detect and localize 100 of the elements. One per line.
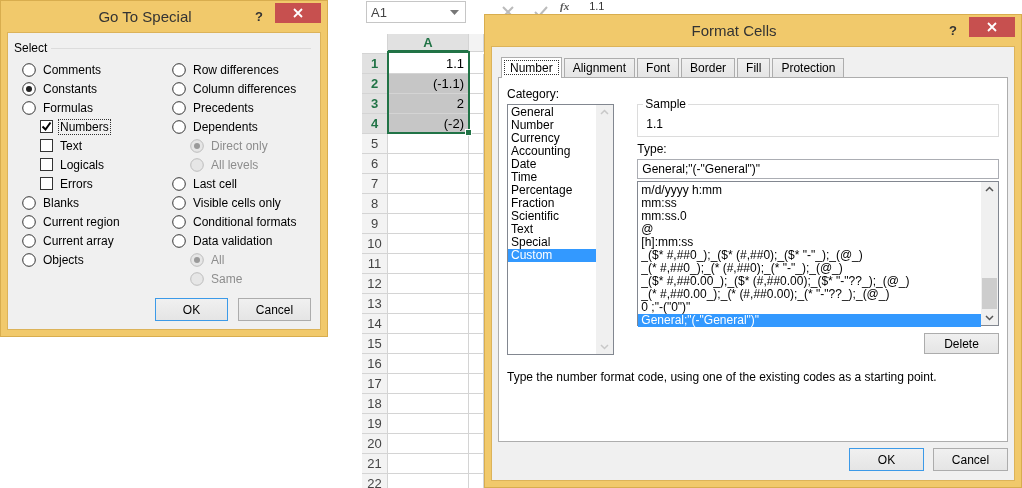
radio-option[interactable]: Objects — [22, 250, 86, 269]
help-button[interactable]: ? — [249, 9, 269, 24]
list-item[interactable]: 0 ;"-("0")" — [638, 301, 981, 314]
radio-icon[interactable] — [22, 214, 36, 229]
row-header[interactable]: 20 — [362, 434, 388, 454]
radio-option[interactable]: Row differences — [172, 60, 281, 79]
list-item[interactable]: @ — [638, 223, 981, 236]
row-header[interactable]: 4 — [362, 114, 388, 134]
list-item[interactable]: _(* #,##0.00_);_(* (#,##0.00);_(* "-"??_);_(@_) — [638, 288, 981, 301]
insert-function-button[interactable]: fx — [560, 1, 570, 12]
row-header[interactable]: 21 — [362, 454, 388, 474]
list-item[interactable]: m/d/yyyy h:mm — [638, 184, 981, 197]
checkbox-option[interactable]: Numbers — [40, 117, 111, 136]
checkbox-option[interactable]: Text — [40, 136, 84, 155]
scroll-up-icon[interactable] — [985, 186, 994, 192]
list-item[interactable]: Time — [508, 171, 597, 184]
list-item[interactable]: [h]:mm:ss — [638, 236, 981, 249]
row-header[interactable]: 11 — [362, 254, 388, 274]
radio-option[interactable]: Constants — [22, 79, 100, 98]
list-item[interactable]: Text — [508, 223, 597, 236]
list-item[interactable]: Percentage — [508, 184, 597, 197]
row-header[interactable]: 17 — [362, 374, 388, 394]
tab[interactable]: Fill — [737, 58, 771, 77]
checkbox-icon[interactable] — [40, 120, 53, 133]
list-item[interactable]: Special — [508, 236, 597, 249]
close-button[interactable] — [275, 3, 321, 23]
radio-option[interactable]: Dependents — [172, 117, 260, 136]
radio-icon[interactable] — [172, 81, 186, 96]
name-box[interactable]: A1 — [366, 1, 466, 23]
row-header[interactable]: 16 — [362, 354, 388, 374]
row-header[interactable]: 6 — [362, 154, 388, 174]
row-header[interactable]: 12 — [362, 274, 388, 294]
list-item[interactable]: Accounting — [508, 145, 597, 158]
radio-option[interactable]: Precedents — [172, 98, 256, 117]
radio-option[interactable]: Comments — [22, 60, 103, 79]
row-header[interactable]: 22 — [362, 474, 388, 488]
ok-button[interactable]: OK — [155, 298, 228, 321]
ok-button[interactable]: OK — [849, 448, 924, 471]
radio-option[interactable]: Current region — [22, 212, 122, 231]
radio-icon[interactable] — [22, 195, 36, 210]
radio-option[interactable]: Column differences — [172, 79, 299, 98]
scrollbar-thumb[interactable] — [982, 278, 997, 309]
radio-icon[interactable] — [22, 81, 36, 96]
row-header[interactable]: 1 — [362, 54, 388, 74]
tab[interactable]: Number — [501, 57, 562, 78]
list-item[interactable]: General — [508, 106, 597, 119]
radio-option[interactable]: Last cell — [172, 174, 240, 193]
checkbox-icon[interactable] — [40, 177, 53, 190]
radio-icon[interactable] — [22, 233, 36, 248]
cancel-button[interactable]: Cancel — [238, 298, 311, 321]
radio-icon[interactable] — [22, 100, 36, 115]
row-header[interactable]: 13 — [362, 294, 388, 314]
radio-option[interactable]: Visible cells only — [172, 193, 283, 212]
row-header[interactable]: 14 — [362, 314, 388, 334]
tab[interactable]: Protection — [772, 58, 845, 77]
radio-option[interactable]: Current array — [22, 231, 116, 250]
radio-icon[interactable] — [172, 214, 186, 229]
list-item[interactable]: Fraction — [508, 197, 597, 210]
column-header[interactable]: A — [388, 34, 469, 52]
radio-icon[interactable] — [22, 62, 36, 77]
row-header[interactable]: 18 — [362, 394, 388, 414]
list-item[interactable]: _($* #,##0_);_($* (#,##0);_($* "-"_);_(@_) — [638, 249, 981, 262]
radio-option[interactable]: Blanks — [22, 193, 82, 212]
row-header[interactable]: 19 — [362, 414, 388, 434]
tab[interactable]: Font — [637, 58, 680, 77]
help-button[interactable]: ? — [943, 23, 963, 38]
radio-icon[interactable] — [172, 233, 186, 248]
tab[interactable]: Alignment — [563, 58, 636, 77]
radio-icon[interactable] — [172, 100, 186, 115]
radio-option[interactable]: Conditional formats — [172, 212, 299, 231]
row-header[interactable]: 15 — [362, 334, 388, 354]
delete-button[interactable]: Delete — [924, 333, 999, 354]
list-item[interactable]: Date — [508, 158, 597, 171]
cancel-button[interactable]: Cancel — [933, 448, 1008, 471]
checkbox-option[interactable]: Logicals — [40, 155, 107, 174]
radio-icon[interactable] — [172, 195, 186, 210]
row-header[interactable]: 7 — [362, 174, 388, 194]
list-item[interactable]: Scientific — [508, 210, 597, 223]
list-item[interactable]: Currency — [508, 132, 597, 145]
radio-option[interactable]: Data validation — [172, 231, 275, 250]
dropdown-caret-icon[interactable] — [450, 9, 459, 15]
row-header[interactable]: 8 — [362, 194, 388, 214]
list-item[interactable]: _($* #,##0.00_);_($* (#,##0.00);_($* "-"??_);_(@_) — [638, 275, 981, 288]
row-header[interactable]: 2 — [362, 74, 388, 94]
radio-icon[interactable] — [172, 176, 186, 191]
radio-icon[interactable] — [22, 252, 36, 267]
checkbox-option[interactable]: Errors — [40, 174, 95, 193]
checkbox-icon[interactable] — [40, 139, 53, 152]
row-header[interactable]: 10 — [362, 234, 388, 254]
tab[interactable]: Border — [681, 58, 736, 77]
close-button[interactable] — [969, 17, 1015, 37]
type-field[interactable]: General;"(-"General")" — [637, 159, 999, 179]
list-item[interactable]: mm:ss.0 — [638, 210, 981, 223]
row-header[interactable]: 3 — [362, 94, 388, 114]
list-item[interactable]: _(* #,##0_);_(* (#,##0);_(* "-"_);_(@_) — [638, 262, 981, 275]
radio-option[interactable]: Formulas — [22, 98, 95, 117]
checkbox-icon[interactable] — [40, 158, 53, 171]
radio-icon[interactable] — [172, 119, 186, 134]
row-header[interactable]: 9 — [362, 214, 388, 234]
row-header[interactable]: 5 — [362, 134, 388, 154]
